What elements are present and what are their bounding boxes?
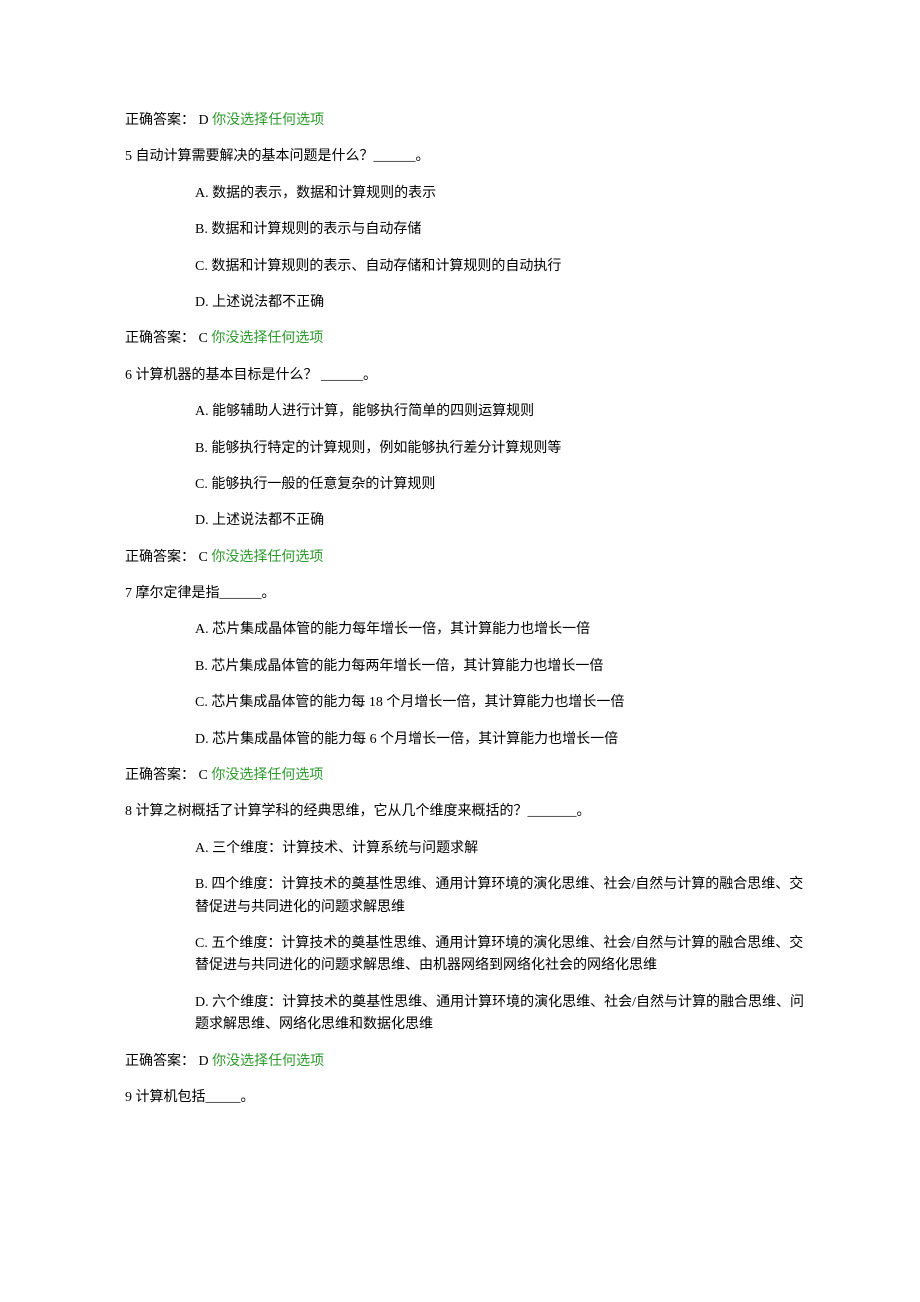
- q8-answer-letter: D: [199, 1054, 213, 1069]
- q7-stem: 7 摩尔定律是指______。: [125, 583, 810, 605]
- q5-option-d: D. 上述说法都不正确: [195, 292, 810, 314]
- q5-options: A. 数据的表示，数据和计算规则的表示 B. 数据和计算规则的表示与自动存储 C…: [125, 183, 810, 315]
- q7-option-c: C. 芯片集成晶体管的能力每 18 个月增长一倍，其计算能力也增长一倍: [195, 692, 810, 714]
- answer-label: 正确答案：: [125, 113, 195, 128]
- no-select-text: 你没选择任何选项: [212, 113, 324, 128]
- q8-option-a: A. 三个维度：计算技术、计算系统与问题求解: [195, 838, 810, 860]
- document-page: 正确答案： D 你没选择任何选项 5 自动计算需要解决的基本问题是什么？____…: [0, 0, 920, 1302]
- q7-option-d: D. 芯片集成晶体管的能力每 6 个月增长一倍，其计算能力也增长一倍: [195, 729, 810, 751]
- q5-answer-letter: C: [199, 331, 212, 346]
- question-7: 7 摩尔定律是指______。 A. 芯片集成晶体管的能力每年增长一倍，其计算能…: [125, 583, 810, 751]
- answer-label: 正确答案：: [125, 331, 195, 346]
- question-5: 5 自动计算需要解决的基本问题是什么？______。 A. 数据的表示，数据和计…: [125, 146, 810, 314]
- q8-stem: 8 计算之树概括了计算学科的经典思维，它从几个维度来概括的？_______。: [125, 801, 810, 823]
- no-select-text: 你没选择任何选项: [211, 550, 323, 565]
- q4-answer-letter: D: [199, 113, 213, 128]
- no-select-text: 你没选择任何选项: [211, 331, 323, 346]
- question-8: 8 计算之树概括了计算学科的经典思维，它从几个维度来概括的？_______。 A…: [125, 801, 810, 1036]
- q7-answer-line: 正确答案： C 你没选择任何选项: [125, 765, 810, 787]
- q6-answer-line: 正确答案： C 你没选择任何选项: [125, 547, 810, 569]
- question-9: 9 计算机包括_____。: [125, 1087, 810, 1109]
- q5-answer-line: 正确答案： C 你没选择任何选项: [125, 328, 810, 350]
- answer-label: 正确答案：: [125, 1054, 195, 1069]
- q6-options: A. 能够辅助人进行计算，能够执行简单的四则运算规则 B. 能够执行特定的计算规…: [125, 401, 810, 533]
- q8-answer-line: 正确答案： D 你没选择任何选项: [125, 1051, 810, 1073]
- q8-option-c: C. 五个维度：计算技术的奠基性思维、通用计算环境的演化思维、社会/自然与计算的…: [195, 933, 810, 978]
- q6-stem: 6 计算机器的基本目标是什么？ ______。: [125, 365, 810, 387]
- answer-label: 正确答案：: [125, 550, 195, 565]
- q8-option-b: B. 四个维度：计算技术的奠基性思维、通用计算环境的演化思维、社会/自然与计算的…: [195, 874, 810, 919]
- q8-options: A. 三个维度：计算技术、计算系统与问题求解 B. 四个维度：计算技术的奠基性思…: [125, 838, 810, 1037]
- q7-option-b: B. 芯片集成晶体管的能力每两年增长一倍，其计算能力也增长一倍: [195, 656, 810, 678]
- q6-option-d: D. 上述说法都不正确: [195, 510, 810, 532]
- q7-option-a: A. 芯片集成晶体管的能力每年增长一倍，其计算能力也增长一倍: [195, 619, 810, 641]
- q9-stem: 9 计算机包括_____。: [125, 1087, 810, 1109]
- q5-option-a: A. 数据的表示，数据和计算规则的表示: [195, 183, 810, 205]
- answer-label: 正确答案：: [125, 768, 195, 783]
- q5-option-b: B. 数据和计算规则的表示与自动存储: [195, 219, 810, 241]
- no-select-text: 你没选择任何选项: [211, 768, 323, 783]
- q6-option-c: C. 能够执行一般的任意复杂的计算规则: [195, 474, 810, 496]
- q8-option-d: D. 六个维度：计算技术的奠基性思维、通用计算环境的演化思维、社会/自然与计算的…: [195, 992, 810, 1037]
- q4-answer-line: 正确答案： D 你没选择任何选项: [125, 110, 810, 132]
- q5-option-c: C. 数据和计算规则的表示、自动存储和计算规则的自动执行: [195, 256, 810, 278]
- question-6: 6 计算机器的基本目标是什么？ ______。 A. 能够辅助人进行计算，能够执…: [125, 365, 810, 533]
- q7-answer-letter: C: [199, 768, 212, 783]
- q6-option-b: B. 能够执行特定的计算规则，例如能够执行差分计算规则等: [195, 438, 810, 460]
- q7-options: A. 芯片集成晶体管的能力每年增长一倍，其计算能力也增长一倍 B. 芯片集成晶体…: [125, 619, 810, 751]
- q6-answer-letter: C: [199, 550, 212, 565]
- q6-option-a: A. 能够辅助人进行计算，能够执行简单的四则运算规则: [195, 401, 810, 423]
- q5-stem: 5 自动计算需要解决的基本问题是什么？______。: [125, 146, 810, 168]
- no-select-text: 你没选择任何选项: [212, 1054, 324, 1069]
